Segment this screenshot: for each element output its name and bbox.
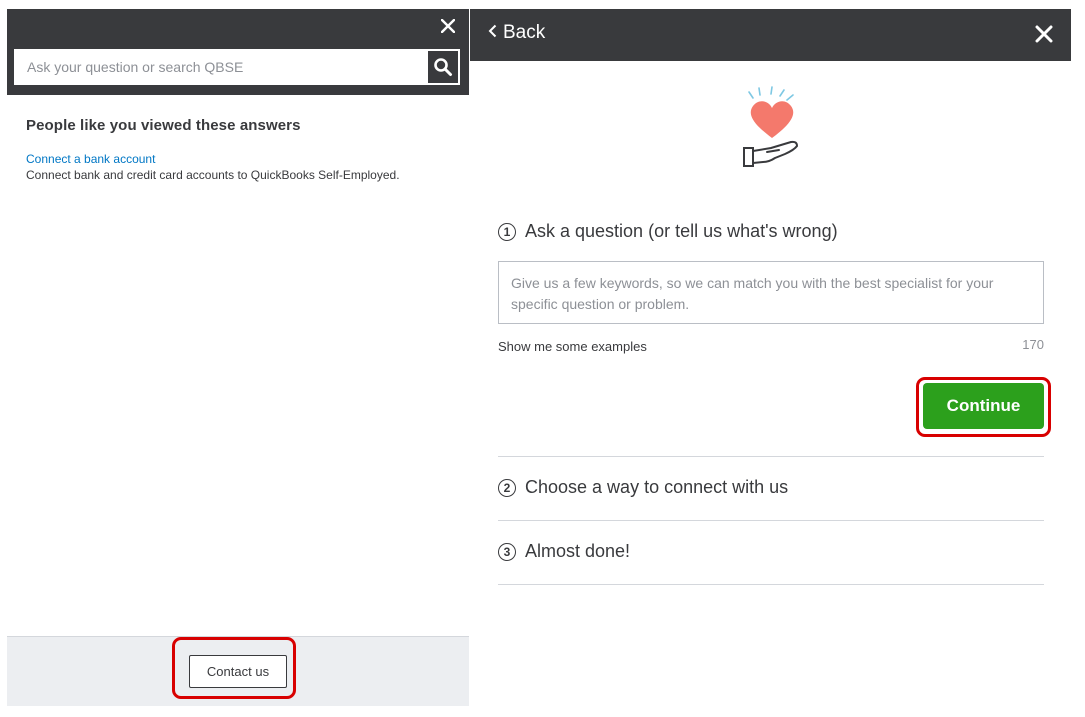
step-label: Ask a question (or tell us what's wrong) — [525, 221, 838, 241]
char-count: 170 — [1022, 337, 1044, 352]
chevron-left-icon — [488, 23, 497, 43]
help-header — [7, 9, 469, 95]
step-label: Choose a way to connect with us — [525, 477, 789, 497]
step-number: 3 — [498, 542, 516, 561]
section-title: People like you viewed these answers — [26, 117, 301, 134]
divider — [498, 456, 1044, 457]
suggested-answers: People like you viewed these answers Con… — [26, 117, 456, 182]
show-examples-link[interactable]: Show me some examples — [498, 339, 647, 354]
question-input[interactable] — [498, 261, 1044, 324]
search-input[interactable] — [14, 49, 426, 85]
search-icon — [433, 57, 453, 77]
step-2[interactable]: 2 Choose a way to connect with us — [498, 477, 788, 498]
contact-header: Back — [470, 9, 1071, 61]
help-footer: Contact us — [7, 636, 469, 706]
divider — [498, 584, 1044, 585]
help-panel: People like you viewed these answers Con… — [7, 9, 469, 706]
back-button[interactable]: Back — [488, 22, 545, 44]
close-icon[interactable] — [437, 15, 459, 37]
continue-button[interactable]: Continue — [923, 383, 1044, 429]
search-button[interactable] — [426, 49, 460, 85]
step-number: 1 — [498, 222, 516, 241]
step-label: Almost done! — [525, 541, 631, 561]
back-label: Back — [503, 22, 546, 43]
step-3[interactable]: 3 Almost done! — [498, 541, 630, 562]
answer-description: Connect bank and credit card accounts to… — [26, 168, 400, 182]
contact-panel: Back 1 Ask a question (or tell us what's… — [470, 9, 1071, 707]
search-box — [14, 49, 460, 85]
list-item: Connect a bank account Connect bank and … — [26, 152, 456, 182]
step-1: 1 Ask a question (or tell us what's wron… — [498, 221, 838, 242]
answer-link[interactable]: Connect a bank account — [26, 152, 456, 166]
contact-us-button[interactable]: Contact us — [189, 655, 287, 688]
step-number: 2 — [498, 478, 516, 497]
divider — [498, 520, 1044, 521]
heart-in-hand-icon — [741, 86, 803, 170]
close-icon[interactable] — [1031, 21, 1057, 47]
